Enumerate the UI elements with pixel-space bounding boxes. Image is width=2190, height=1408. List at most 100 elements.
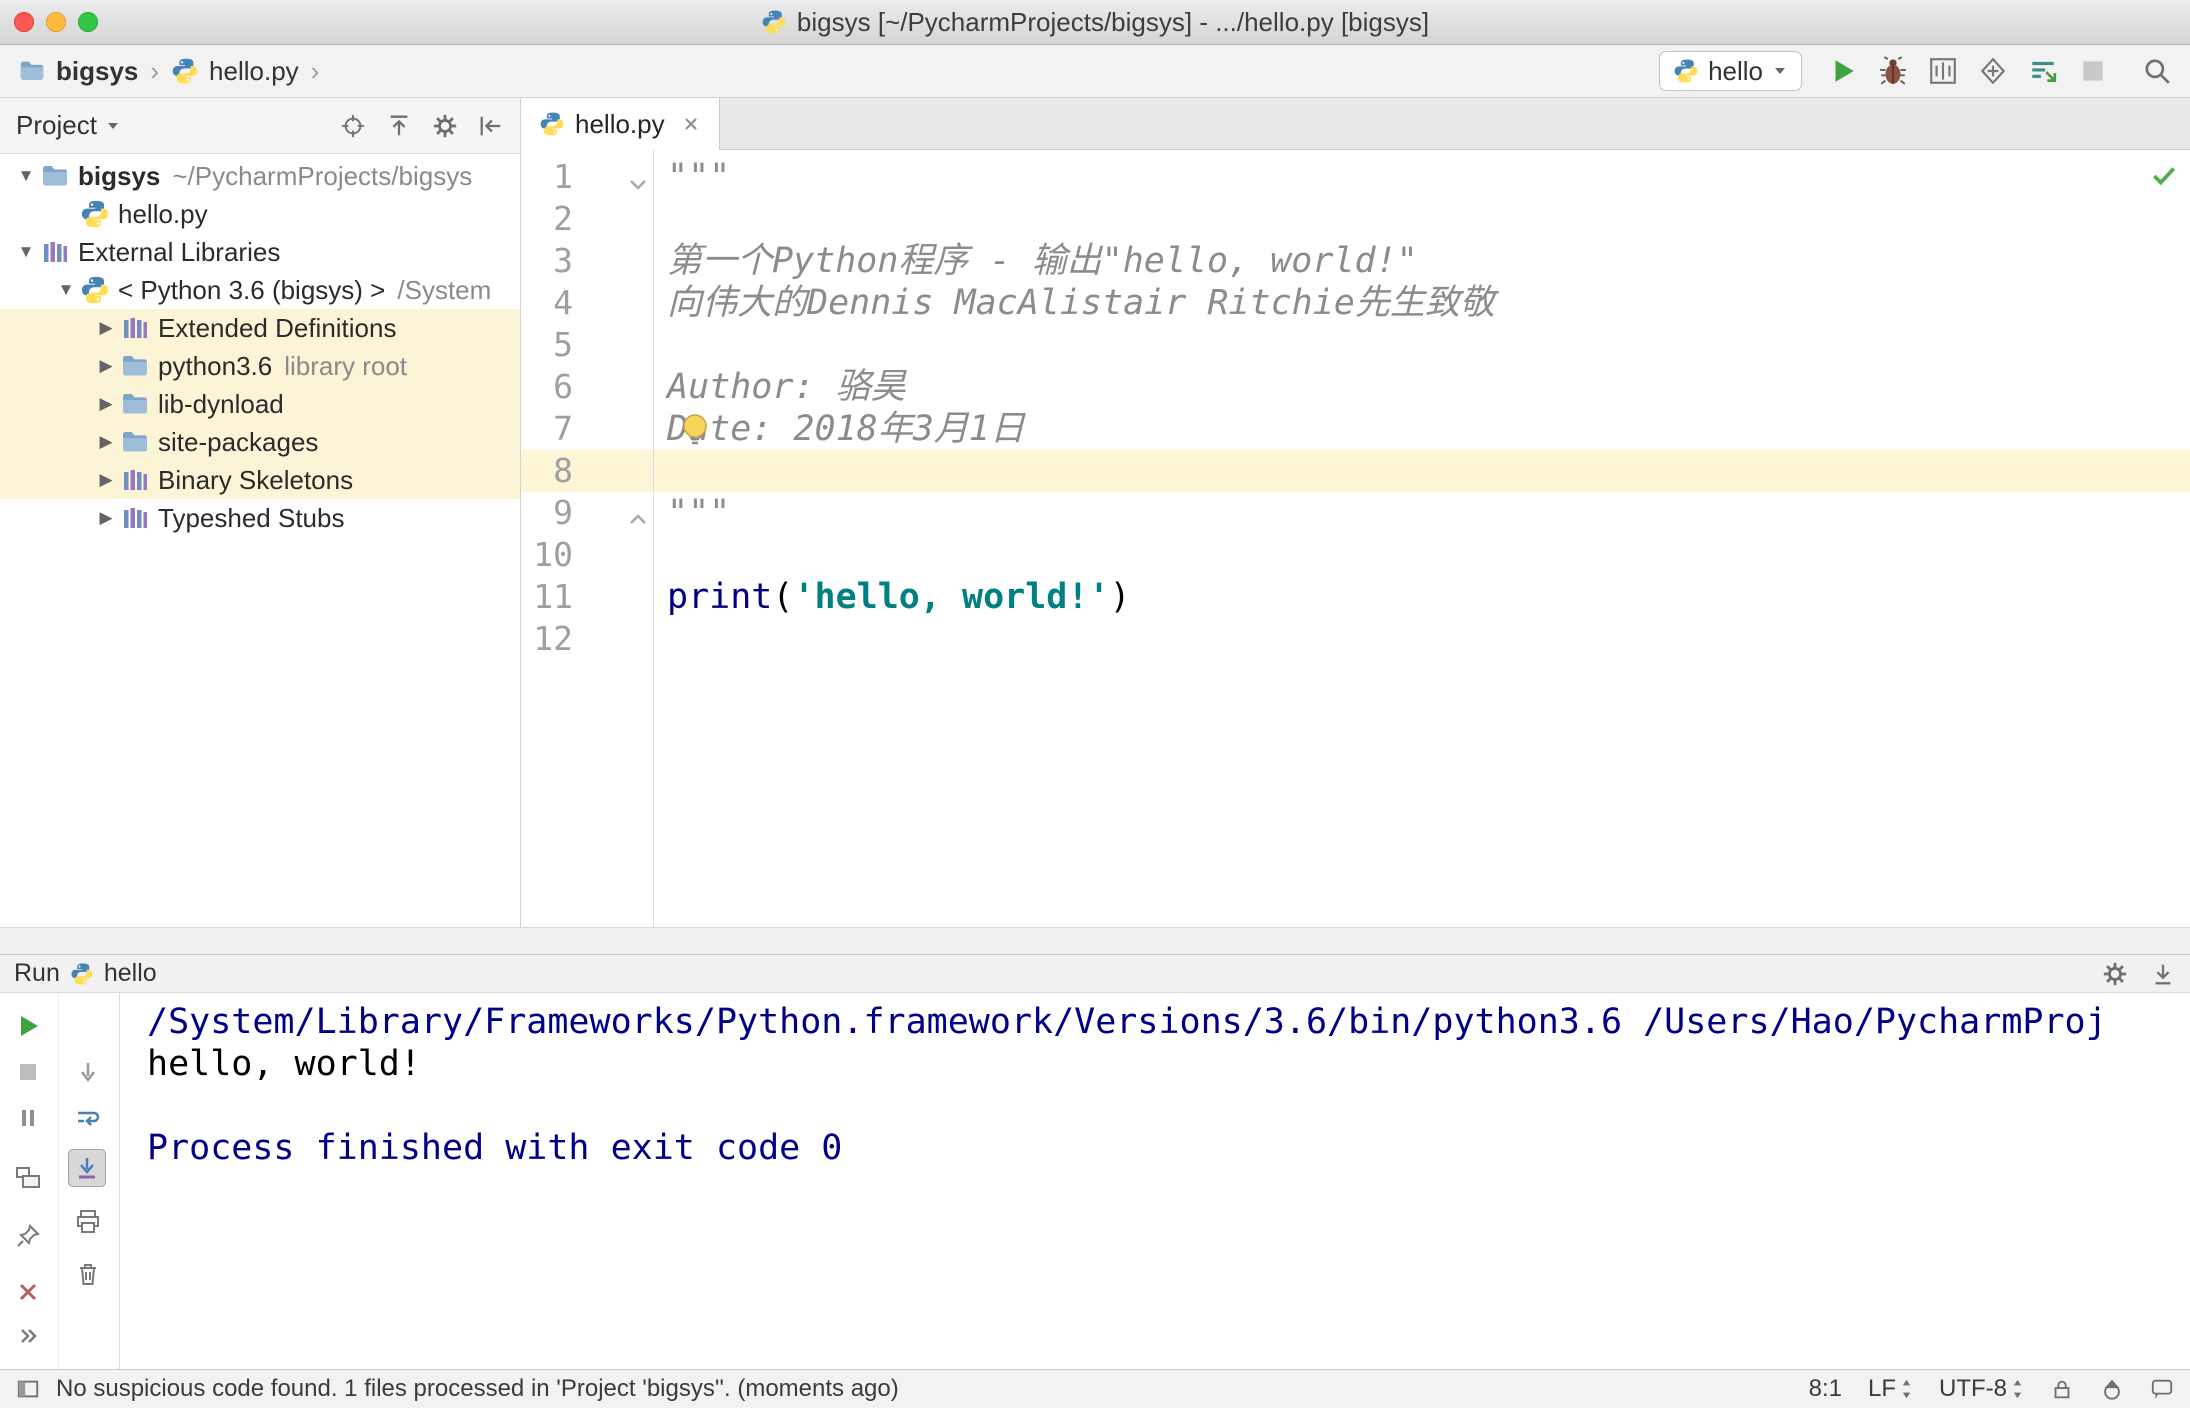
tree-item-hello-py[interactable]: hello.py [0,195,520,233]
breadcrumb-bigsys[interactable]: bigsys [56,56,138,87]
gutter[interactable]: 5 [521,324,653,366]
fullscreen-window-button[interactable] [78,12,98,32]
gutter[interactable]: 3 [521,240,653,282]
editor-line-11[interactable]: 11 print('hello, world!') [521,576,2190,618]
print-button[interactable] [69,1203,107,1241]
profiler-button[interactable] [2028,56,2058,86]
close-window-button[interactable] [14,12,34,32]
caret-right-icon[interactable]: ▶ [92,356,120,376]
debug-button[interactable] [1878,56,1908,86]
stop-button[interactable] [2078,56,2108,86]
fold-top-icon[interactable] [626,164,650,190]
editor-line-9[interactable]: 9 """ [521,492,2190,534]
caret-position-widget[interactable]: 8:1 [1809,1375,1842,1403]
gutter[interactable]: 6 [521,366,653,408]
gutter[interactable]: 2 [521,198,653,240]
code-text[interactable] [653,534,667,576]
pause-output-button[interactable] [9,1099,47,1137]
scroll-to-end-button[interactable] [68,1149,106,1187]
minimize-window-button[interactable] [46,12,66,32]
run-settings-gear-button[interactable] [2102,961,2128,987]
caret-right-icon[interactable]: ▶ [92,394,120,414]
code-text[interactable] [653,198,667,240]
tree-item-bigsys[interactable]: ▼ bigsys ~/PycharmProjects/bigsys [0,157,520,195]
tree-item-typeshed-stubs[interactable]: ▶ Typeshed Stubs [0,499,520,537]
project-panel-title[interactable]: Project [16,110,97,141]
more-options-button[interactable] [9,1317,47,1355]
code-text[interactable]: Author: 骆昊 [653,366,906,408]
caret-right-icon[interactable]: ▶ [92,432,120,452]
console-line[interactable]: hello, world! [147,1043,2190,1085]
editor-line-6[interactable]: 6 Author: 骆昊 [521,366,2190,408]
tab-hello-py[interactable]: hello.py [521,98,720,150]
tree-item-python3-6[interactable]: ▶ python3.6 library root [0,347,520,385]
run-configuration-select[interactable]: hello [1659,51,1802,91]
caret-down-icon[interactable]: ▼ [52,280,80,300]
console-line[interactable] [147,1085,2190,1127]
gutter[interactable]: 1 [521,156,653,198]
clear-all-button[interactable] [69,1255,107,1293]
search-everywhere-button[interactable] [2142,56,2172,86]
chevron-down-icon[interactable] [105,118,121,134]
caret-right-icon[interactable]: ▶ [92,508,120,528]
console-output[interactable]: /System/Library/Frameworks/Python.framew… [120,993,2190,1369]
caret-right-icon[interactable]: ▶ [92,470,120,490]
collapse-all-button[interactable] [386,113,412,139]
gutter[interactable]: 12 [521,618,653,660]
editor-line-5[interactable]: 5 [521,324,2190,366]
locate-file-button[interactable] [340,113,366,139]
gutter[interactable]: 4 [521,282,653,324]
caret-right-icon[interactable]: ▶ [92,318,120,338]
code-editor[interactable]: 1 """ 2 3 第一个Python程序 - 输出"hello, world!" 4 向伟… [521,150,2190,927]
tree-item-python-3-6-bigsys[interactable]: ▼ < Python 3.6 (bigsys) > /System [0,271,520,309]
editor-line-4[interactable]: 4 向伟大的Dennis MacAlistair Ritchie先生致敬 [521,282,2190,324]
hide-run-panel-button[interactable] [2150,961,2176,987]
gutter[interactable]: 11 [521,576,653,618]
inspection-ok-icon[interactable] [2150,158,2178,186]
editor-line-3[interactable]: 3 第一个Python程序 - 输出"hello, world!" [521,240,2190,282]
code-text[interactable] [653,324,667,366]
editor-line-8[interactable]: 8 [521,450,2190,492]
editor-line-10[interactable]: 10 [521,534,2190,576]
gutter[interactable]: 10 [521,534,653,576]
lock-icon[interactable] [2050,1377,2074,1401]
editor-line-2[interactable]: 2 [521,198,2190,240]
tree-item-external-libraries[interactable]: ▼ External Libraries [0,233,520,271]
fold-bottom-icon[interactable] [626,500,650,524]
gutter[interactable]: 9 [521,492,653,534]
caret-down-icon[interactable]: ▼ [12,242,40,262]
tree-item-site-packages[interactable]: ▶ site-packages [0,423,520,461]
tree-item-lib-dynload[interactable]: ▶ lib-dynload [0,385,520,423]
soft-wrap-button[interactable] [69,1099,107,1137]
console-line[interactable]: /System/Library/Frameworks/Python.framew… [147,1001,2190,1043]
toolwindow-toggle-icon[interactable] [16,1377,40,1401]
run-button[interactable] [1828,56,1858,86]
hector-inspector-icon[interactable] [2100,1377,2124,1401]
concurrency-diagram-button[interactable] [1978,56,2008,86]
down-stack-trace-button[interactable] [69,1053,107,1091]
code-text[interactable]: print('hello, world!') [653,576,1131,618]
event-log-icon[interactable] [2150,1377,2174,1401]
encoding-widget[interactable]: UTF-8 [1939,1375,2024,1403]
gutter[interactable]: 7 [521,408,653,450]
code-text[interactable] [653,450,667,492]
stop-process-button[interactable] [9,1053,47,1091]
project-settings-gear-button[interactable] [432,113,458,139]
tree-item-binary-skeletons[interactable]: ▶ Binary Skeletons [0,461,520,499]
code-text[interactable]: """ [653,156,730,198]
restore-layout-button[interactable] [9,1159,47,1197]
run-with-coverage-button[interactable] [1928,56,1958,86]
pin-tab-button[interactable] [9,1217,47,1255]
console-line[interactable]: Process finished with exit code 0 [147,1127,2190,1169]
editor-line-1[interactable]: 1 """ [521,156,2190,198]
code-text[interactable]: """ [653,492,730,534]
rerun-button[interactable] [9,1007,47,1045]
code-text[interactable]: 第一个Python程序 - 输出"hello, world!" [653,240,1418,282]
editor-line-7[interactable]: 7 Date: 2018年3月1日 [521,408,2190,450]
gutter[interactable]: 8 [521,450,653,492]
intention-bulb-icon[interactable] [679,412,711,450]
line-separator-widget[interactable]: LF [1868,1375,1913,1403]
editor-line-12[interactable]: 12 [521,618,2190,660]
code-text[interactable] [653,618,667,660]
code-text[interactable]: 向伟大的Dennis MacAlistair Ritchie先生致敬 [653,282,1495,324]
